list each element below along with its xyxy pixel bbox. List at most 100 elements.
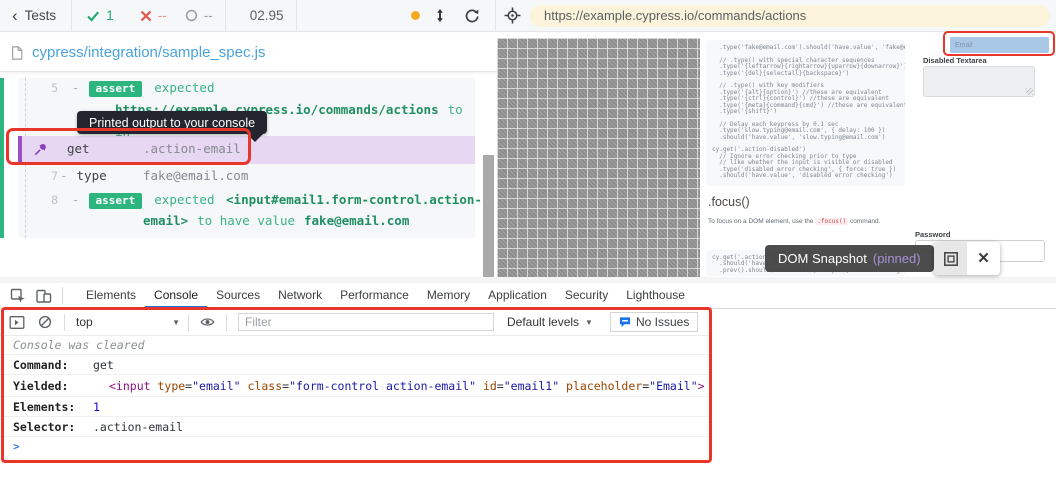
back-to-tests-button[interactable]: ‹ Tests: [0, 7, 71, 24]
console-message-yielded[interactable]: Yielded: <input type="email" class="form…: [0, 375, 712, 397]
selector-playground-icon[interactable]: [504, 7, 521, 24]
email-placeholder-text: Email: [955, 41, 973, 49]
assert-badge: assert: [88, 193, 143, 209]
chevron-down-icon: ▼: [585, 317, 593, 327]
devtools-tab[interactable]: Console: [145, 283, 207, 309]
html-token: "Email": [649, 378, 698, 393]
console-prompt[interactable]: >: [0, 437, 712, 459]
assert-subject: email>: [143, 213, 189, 228]
command-args: .action-email: [143, 141, 241, 156]
check-icon: [87, 10, 100, 22]
assert-text: to have value: [197, 213, 295, 228]
focus-text: To focus on a DOM element, use the: [708, 218, 816, 225]
devtools-tab[interactable]: Performance: [331, 283, 418, 309]
divider: [71, 0, 73, 31]
log-levels-dropdown[interactable]: Default levels ▼: [507, 315, 593, 329]
devtools-tab[interactable]: Sources: [207, 283, 269, 309]
inspect-element-icon[interactable]: [10, 288, 26, 304]
snapshot-controls: ✕: [934, 242, 1000, 275]
app-preview-panel: .type('fake@email.com').should('have.val…: [497, 32, 1056, 277]
live-expression-eye-icon[interactable]: [200, 315, 215, 329]
command-label: Command:: [13, 357, 69, 372]
command-row-assert-8[interactable]: 8 - assert expected <input#email1.form-con…: [4, 192, 482, 236]
html-token: >: [697, 378, 705, 393]
console-filter-input[interactable]: [238, 313, 494, 331]
inline-code-chip: .focus(): [815, 218, 849, 225]
line-number: 8: [51, 193, 58, 207]
dom-snapshot-label: DOM Snapshot: [778, 251, 867, 266]
app-url: https://example.cypress.io/commands/acti…: [544, 8, 807, 23]
html-token: placeholder: [566, 378, 643, 393]
line-number: 7: [51, 169, 58, 183]
devtools-tab[interactable]: Network: [269, 283, 331, 309]
devtools-tab[interactable]: Application: [479, 283, 556, 309]
spec-file-header[interactable]: cypress/integration/sample_spec.js: [0, 34, 497, 72]
viewport-scale-indicator-dot: [411, 11, 420, 20]
devtools-tabbar: Elements Console Sources Network Performance…: [0, 283, 1056, 309]
focus-section-text: To focus on a DOM element, use the .focu…: [708, 218, 880, 225]
dom-snapshot-badge: DOM Snapshot (pinned): [765, 245, 934, 272]
no-issues-button[interactable]: No Issues: [609, 312, 699, 332]
divider: [224, 0, 226, 31]
issues-icon: [619, 317, 631, 328]
html-token: "form-control action-email": [289, 378, 483, 393]
html-token: type: [157, 378, 186, 393]
command-log: 5 - assert expected https://example.cypres…: [0, 78, 482, 238]
devtools-tab[interactable]: Security: [556, 283, 617, 309]
pending-value: --: [203, 8, 213, 23]
javascript-context-dropdown[interactable]: top ▼: [76, 315, 188, 329]
chevron-left-icon: ‹: [12, 6, 18, 25]
html-token: id: [482, 378, 497, 393]
failed-value: --: [157, 8, 167, 23]
divider: [64, 313, 65, 331]
action-email-input-highlighted[interactable]: Email: [950, 37, 1049, 53]
devtools-panel: Elements Console Sources Network Performance…: [0, 283, 1056, 478]
command-args: fake@email.com: [143, 168, 249, 183]
focus-section-heading[interactable]: .focus(): [708, 195, 750, 209]
console-message-selector[interactable]: Selector: .action-email: [0, 417, 712, 437]
assert-subject: <input#email1.form-control.action-: [226, 192, 482, 207]
hook-dash: -: [72, 192, 80, 207]
devtools-tab[interactable]: Memory: [418, 283, 479, 309]
snapshot-highlight-toggle-button[interactable]: [934, 242, 967, 275]
devtools-tabs: Elements Console Sources Network Performance…: [77, 283, 694, 309]
devtools-tab[interactable]: Lighthouse: [617, 283, 694, 309]
passed-value: 1: [106, 8, 114, 23]
cypress-runner-window: ‹ Tests 1 -- -- 02.95 https://example.cy…: [0, 0, 1056, 478]
passed-count: 1: [86, 8, 114, 23]
runner-header: ‹ Tests 1 -- -- 02.95 https://example.cy…: [0, 0, 1056, 32]
no-issues-label: No Issues: [635, 315, 690, 329]
html-token: "email": [192, 378, 248, 393]
reporter-panel: cypress/integration/sample_spec.js 5 - as…: [0, 32, 497, 283]
disabled-textarea[interactable]: [923, 66, 1035, 97]
console-message-cleared: Console was cleared: [0, 336, 712, 355]
circle-icon: [185, 9, 197, 22]
context-value: top: [76, 315, 93, 329]
clear-console-icon[interactable]: [38, 315, 52, 329]
yielded-element-html[interactable]: <input type="email" class="form-control …: [109, 379, 705, 393]
snapshot-close-button[interactable]: ✕: [967, 242, 1000, 275]
highlight-icon: [943, 251, 958, 266]
refresh-icon[interactable]: [464, 8, 480, 24]
divider: [295, 0, 297, 31]
command-row-type[interactable]: 7 - type fake@email.com: [4, 168, 475, 190]
focus-text: command.: [848, 218, 881, 225]
console-sidebar-icon[interactable]: [9, 315, 25, 330]
console-message-elements[interactable]: Elements: 1: [0, 397, 712, 417]
divider: [226, 313, 227, 331]
x-icon: [140, 10, 151, 21]
levels-value: Default levels: [507, 315, 580, 329]
assert-text: expected: [154, 192, 215, 207]
chevron-down-icon: ▼: [172, 317, 180, 327]
device-toolbar-icon[interactable]: [35, 288, 52, 304]
devtools-tab[interactable]: Elements: [77, 283, 145, 309]
reporter-scrollbar-thumb[interactable]: [483, 155, 494, 277]
app-url-bar[interactable]: https://example.cypress.io/commands/acti…: [530, 4, 1050, 27]
code-line: .type('fake@email.com').should('have.val…: [719, 44, 905, 51]
selector-value: .action-email: [93, 419, 184, 434]
console-message-command[interactable]: Command: get: [0, 355, 712, 375]
assert-text: expected: [154, 80, 215, 95]
resize-vertical-icon[interactable]: [433, 8, 447, 23]
divider: [495, 0, 496, 31]
hook-dash: -: [60, 168, 68, 183]
